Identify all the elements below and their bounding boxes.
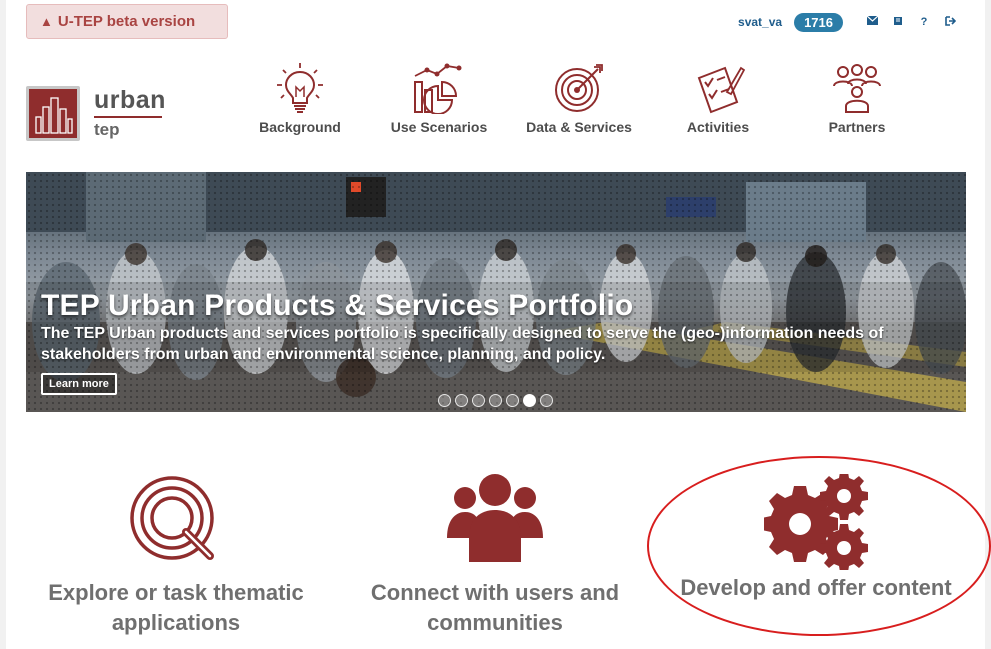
gears-icon	[764, 474, 868, 570]
hero-carousel: TEP Urban Products & Services Portfolio …	[26, 172, 966, 412]
warning-icon: ▲	[40, 14, 53, 29]
magnifier-circle-icon	[130, 476, 214, 560]
left-gutter	[0, 0, 6, 649]
user-toolbar: svat_va 1716 ?	[738, 11, 963, 33]
envelope-icon[interactable]	[859, 15, 885, 28]
hero-title: TEP Urban Products & Services Portfolio	[41, 289, 634, 322]
hero-description: The TEP Urban products and services port…	[41, 325, 884, 363]
site-logo[interactable]: urban tep	[26, 86, 166, 141]
nav-item-activities[interactable]: Activities	[648, 62, 788, 135]
nav-item-data-services[interactable]: Data & Services	[509, 62, 649, 135]
nav-label-partners: Partners	[828, 119, 886, 135]
beta-notice: ▲ U-TEP beta version	[26, 4, 228, 39]
logo-word-tep: tep	[94, 120, 120, 139]
feature-connect[interactable]: Connect with users and communities	[345, 460, 645, 638]
carousel-dot[interactable]	[506, 394, 519, 407]
nav-item-background[interactable]: Background	[230, 62, 370, 135]
nav-label-use-scenarios: Use Scenarios	[390, 119, 488, 135]
nav-item-use-scenarios[interactable]: Use Scenarios	[369, 62, 509, 135]
page: ▲ U-TEP beta version svat_va 1716 ? urba…	[0, 0, 991, 649]
question-icon[interactable]: ?	[911, 16, 937, 28]
beta-notice-label: U-TEP beta version	[57, 13, 196, 30]
feature-explore[interactable]: Explore or task thematic applications	[26, 460, 326, 638]
username-link[interactable]: svat_va	[738, 15, 782, 29]
sign-out-icon[interactable]	[937, 15, 963, 29]
carousel-dot[interactable]	[472, 394, 485, 407]
carousel-dot[interactable]	[540, 394, 553, 407]
carousel-dot[interactable]	[438, 394, 451, 407]
feature-explore-label: Explore or task thematic applications	[48, 580, 304, 635]
carousel-indicators	[438, 394, 553, 407]
people-icon	[833, 64, 881, 113]
carousel-dot[interactable]	[489, 394, 502, 407]
feature-connect-label: Connect with users and communities	[370, 580, 620, 635]
logo-divider	[94, 116, 162, 118]
checklist-icon	[697, 66, 745, 114]
logo-word-urban: urban	[94, 86, 166, 114]
carousel-dot[interactable]	[455, 394, 468, 407]
chart-icon	[414, 63, 462, 114]
users-icon	[447, 474, 543, 562]
nav-label-data-services: Data & Services	[526, 119, 632, 135]
count-badge[interactable]: 1716	[794, 12, 843, 32]
right-gutter	[985, 0, 991, 649]
nav-label-activities: Activities	[686, 119, 750, 135]
carousel-dot-active[interactable]	[523, 394, 536, 407]
lightbulb-icon	[277, 63, 323, 113]
learn-more-button[interactable]: Learn more	[41, 373, 117, 395]
nav-label-background: Background	[259, 119, 341, 135]
logo-mark	[26, 86, 80, 141]
feature-develop[interactable]: Develop and offer content	[666, 460, 966, 603]
target-icon	[555, 64, 603, 112]
nav-item-partners[interactable]: Partners	[787, 62, 927, 135]
book-icon[interactable]	[885, 16, 911, 29]
feature-develop-label: Develop and offer content	[680, 575, 952, 600]
